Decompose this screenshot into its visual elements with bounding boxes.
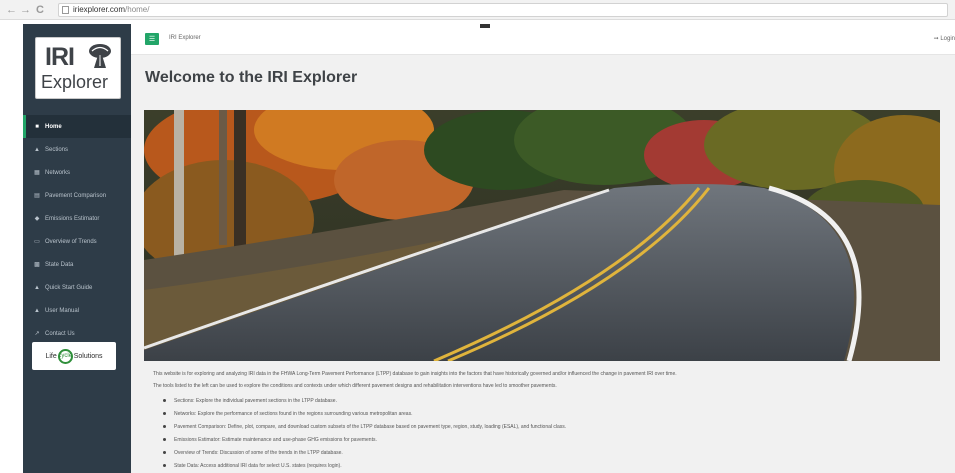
sidebar-item-label: Sections	[45, 146, 69, 153]
partner-text-right: Solutions	[73, 352, 103, 360]
bullet-dot	[163, 425, 166, 428]
main-content: Welcome to the IRI Explorer This website…	[131, 55, 955, 473]
logo-text-bottom: Explorer	[41, 72, 109, 92]
bullet-dot	[163, 412, 166, 415]
top-bar: ☰ IRI Explorer ➞ Login	[131, 24, 955, 55]
bullet-dot	[163, 451, 166, 454]
sidebar-item-label: Overview of Trends	[45, 238, 97, 245]
list-item: State Data: Access additional IRI data f…	[163, 459, 943, 472]
page-icon	[62, 6, 69, 14]
sidebar: IRI Explorer ■ Home ▲ Sections ▦ Network…	[23, 24, 131, 473]
lifecycle-solutions-logo[interactable]: Life cycle Solutions	[32, 342, 116, 370]
address-bar[interactable]: iriexplorer.com/home/	[58, 3, 948, 17]
sidebar-item-label: Quick Start Guide	[45, 284, 93, 291]
url-path: /home/	[125, 5, 150, 14]
sidebar-item-state-data[interactable]: ▩ State Data	[23, 253, 131, 276]
sidebar-nav: ■ Home ▲ Sections ▦ Networks ▤ Pavement …	[23, 115, 131, 345]
sidebar-item-label: User Manual	[45, 307, 80, 314]
table-icon: ▤	[34, 193, 40, 199]
partner-text-circle: cycle	[58, 353, 73, 359]
sidebar-item-label: Pavement Comparison	[45, 192, 107, 199]
list-item: Sections: Explore the individual pavemen…	[163, 394, 943, 407]
list-item: Networks: Explore the performance of sec…	[163, 407, 943, 420]
list-item: Emissions Estimator: Estimate maintenanc…	[163, 433, 943, 446]
sidebar-item-sections[interactable]: ▲ Sections	[23, 138, 131, 161]
sidebar-item-label: State Data	[45, 261, 74, 268]
home-icon: ■	[35, 123, 39, 130]
url-host: iriexplorer.com	[73, 5, 126, 14]
iri-explorer-logo[interactable]: IRI Explorer	[35, 37, 121, 99]
sidebar-item-overview-of-trends[interactable]: ▭ Overview of Trends	[23, 230, 131, 253]
bullet-dot	[163, 464, 166, 467]
sidebar-item-emissions-estimator[interactable]: ◆ Emissions Estimator	[23, 207, 131, 230]
list-item-text: Pavement Comparison: Define, plot, compa…	[174, 423, 567, 430]
sidebar-item-pavement-comparison[interactable]: ▤ Pavement Comparison	[23, 184, 131, 207]
sidebar-item-home[interactable]: ■ Home	[23, 115, 131, 138]
tool-list: Sections: Explore the individual pavemen…	[163, 394, 943, 472]
autumn-road-illustration	[144, 110, 940, 361]
arrow-right-icon[interactable]: →	[20, 3, 31, 17]
warning-icon: ▲	[34, 307, 40, 314]
network-icon: ▦	[34, 170, 40, 176]
intro-paragraph-1: This website is for exploring and analyz…	[153, 371, 677, 377]
bullet-dot	[163, 399, 166, 402]
external-link-icon: ↗	[34, 331, 40, 337]
browser-toolbar: ← → C iriexplorer.com/home/	[0, 0, 955, 20]
warning-icon: ▲	[34, 284, 40, 291]
list-item-text: Overview of Trends: Discussion of some o…	[174, 449, 343, 456]
car-icon: ◆	[34, 216, 40, 222]
sidebar-item-user-manual[interactable]: ▲ User Manual	[23, 299, 131, 322]
login-icon: ➞	[933, 36, 939, 42]
page-title: Welcome to the IRI Explorer	[145, 69, 358, 86]
list-item-text: State Data: Access additional IRI data f…	[174, 462, 342, 469]
list-item: Overview of Trends: Discussion of some o…	[163, 446, 943, 459]
top-bar-nub	[480, 24, 490, 28]
reload-icon[interactable]: C	[36, 3, 44, 17]
login-link[interactable]: ➞ Login	[934, 35, 955, 42]
cycle-icon: cycle	[57, 348, 73, 364]
sidebar-item-label: Contact Us	[45, 330, 75, 337]
calendar-icon: ▩	[34, 262, 40, 268]
hamburger-icon: ☰	[148, 35, 156, 43]
breadcrumb[interactable]: IRI Explorer	[169, 35, 201, 41]
sidebar-item-label: Home	[45, 123, 62, 130]
arrow-left-icon[interactable]: ←	[6, 3, 17, 17]
sidebar-item-networks[interactable]: ▦ Networks	[23, 161, 131, 184]
menu-toggle-button[interactable]: ☰	[145, 33, 159, 45]
list-item-text: Sections: Explore the individual pavemen…	[174, 397, 337, 404]
bullet-dot	[163, 438, 166, 441]
sidebar-item-quick-start-guide[interactable]: ▲ Quick Start Guide	[23, 276, 131, 299]
list-item: Pavement Comparison: Define, plot, compa…	[163, 420, 943, 433]
road-logo-icon	[89, 44, 111, 68]
sidebar-item-label: Networks	[45, 169, 71, 176]
partner-text-left: Life	[45, 352, 57, 360]
chart-icon: ▭	[34, 239, 40, 245]
hero-road-image	[144, 110, 940, 361]
login-label: Login	[940, 36, 955, 42]
sidebar-item-label: Emissions Estimator	[45, 215, 100, 222]
intro-paragraph-2: The tools listed to the left can be used…	[153, 383, 557, 389]
logo-text-top: IRI	[45, 43, 75, 71]
list-item-text: Networks: Explore the performance of sec…	[174, 410, 413, 417]
road-icon: ▲	[34, 146, 40, 153]
list-item-text: Emissions Estimator: Estimate maintenanc…	[174, 436, 377, 443]
